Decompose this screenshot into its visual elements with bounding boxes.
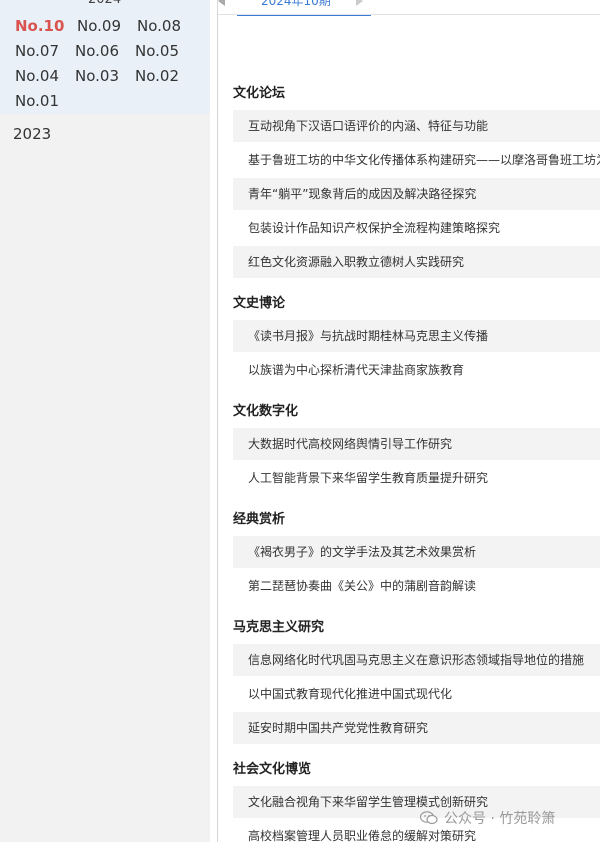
watermark: 公众号 · 竹苑聆箫 [419, 808, 556, 828]
article-link[interactable]: 基于鲁班工坊的中华文化传播体系构建研究——以摩洛哥鲁班工坊为例 [233, 144, 600, 176]
article-link[interactable]: 人工智能背景下来华留学生教育质量提升研究 [233, 462, 600, 494]
issue-link[interactable]: No.07 [15, 42, 59, 60]
article-link[interactable]: 以中国式教育现代化推进中国式现代化 [233, 678, 600, 710]
section-title: 文化论坛 [233, 86, 286, 101]
tab-label: 2024年10期 [261, 0, 331, 8]
section-title: 文史博论 [233, 296, 286, 311]
sidebar: 2024 No.10 No.09 No.08 No.07 No.06 No.05… [0, 0, 210, 842]
article-link[interactable]: 红色文化资源融入职教立德树人实践研究 [233, 246, 600, 278]
issue-link[interactable]: No.10 [15, 17, 64, 35]
year-2024-label[interactable]: 2024 [88, 0, 121, 7]
year-2023-link[interactable]: 2023 [13, 125, 51, 143]
article-link[interactable]: 互动视角下汉语口语评价的内涵、特征与功能 [233, 110, 600, 142]
section-title: 经典赏析 [233, 512, 286, 527]
article-link[interactable]: 延安时期中国共产党党性教育研究 [233, 712, 600, 744]
article-link[interactable]: 第二琵琶协奏曲《关公》中的蒲剧音韵解读 [233, 570, 600, 602]
watermark-text: 公众号 · 竹苑聆箫 [444, 811, 556, 827]
issue-link[interactable]: No.01 [15, 92, 59, 110]
article-link[interactable]: 以族谱为中心探析清代天津盐商家族教育 [233, 354, 600, 386]
issue-link[interactable]: No.03 [75, 67, 119, 85]
tab-underline [218, 14, 600, 15]
issue-link[interactable]: No.09 [77, 17, 121, 35]
issue-link[interactable]: No.05 [135, 42, 179, 60]
article-link[interactable]: 《读书月报》与抗战时期桂林马克思主义传播 [233, 320, 600, 352]
divider [217, 0, 218, 842]
issue-link[interactable]: No.04 [15, 67, 59, 85]
article-link[interactable]: 包装设计作品知识产权保护全流程构建策略探究 [233, 212, 600, 244]
issue-link[interactable]: No.06 [75, 42, 119, 60]
issue-link[interactable]: No.08 [137, 17, 181, 35]
tab-right-arrow-icon[interactable] [356, 0, 363, 6]
wechat-icon [419, 811, 438, 825]
section-title: 文化数字化 [233, 404, 299, 419]
issue-link[interactable]: No.02 [135, 67, 179, 85]
tab-left-arrow-icon[interactable] [218, 0, 225, 6]
article-link[interactable]: 《褐衣男子》的文学手法及其艺术效果赏析 [233, 536, 600, 568]
article-link[interactable]: 信息网络化时代巩固马克思主义在意识形态领域指导地位的措施 [233, 644, 600, 676]
article-link[interactable]: 青年“躺平”现象背后的成因及解决路径探究 [233, 178, 600, 210]
article-link[interactable]: 大数据时代高校网络舆情引导工作研究 [233, 428, 600, 460]
section-title: 社会文化博览 [233, 762, 312, 777]
section-title: 马克思主义研究 [233, 620, 325, 635]
